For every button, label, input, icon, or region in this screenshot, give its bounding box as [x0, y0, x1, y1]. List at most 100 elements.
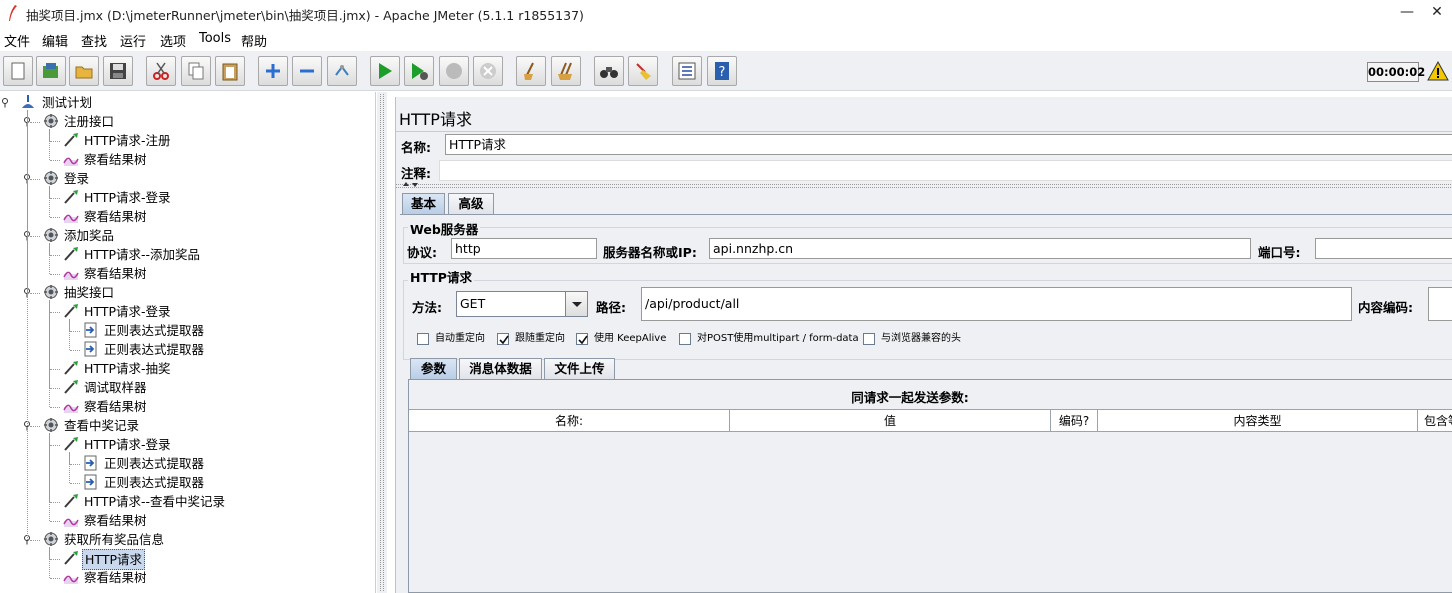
tree-node-label: 测试计划: [42, 95, 93, 110]
function-helper-button[interactable]: [672, 56, 702, 86]
port-input[interactable]: [1315, 238, 1452, 259]
comment-input[interactable]: [439, 160, 1452, 181]
tree-node-sampler[interactable]: HTTP请求--查看中奖记录: [62, 492, 340, 511]
checkbox-box[interactable]: [417, 333, 429, 345]
pane-splitter[interactable]: [377, 92, 387, 593]
save-button[interactable]: [103, 56, 133, 86]
tree-node-sampler[interactable]: HTTP请求-注册: [62, 131, 340, 150]
tree-node-listener[interactable]: 察看结果树: [62, 397, 340, 416]
tree-node-thread[interactable]: 查看中奖记录: [42, 416, 340, 435]
menu-tools[interactable]: Tools: [199, 31, 231, 46]
tree-node-sampler[interactable]: HTTP请求-登录: [62, 435, 340, 454]
help-button[interactable]: ?: [707, 56, 737, 86]
tab-basic[interactable]: 基本: [402, 193, 445, 214]
checkbox-checked-icon[interactable]: [576, 333, 588, 345]
paste-button[interactable]: [215, 56, 245, 86]
tree-node-listener[interactable]: 察看结果树: [62, 264, 340, 283]
stop-button[interactable]: [439, 56, 469, 86]
server-label: 服务器名称或IP:: [603, 245, 697, 260]
tree-node-listener[interactable]: 察看结果树: [62, 150, 340, 169]
menu-edit[interactable]: 编辑: [42, 31, 68, 50]
tree-node-extractor[interactable]: 正则表达式提取器: [82, 454, 340, 473]
column-include-equals[interactable]: 包含等于?: [1418, 410, 1452, 432]
copy-button[interactable]: [181, 56, 211, 86]
tree-node-label: 正则表达式提取器: [104, 342, 205, 357]
encoding-input[interactable]: [1428, 287, 1452, 321]
method-label: 方法:: [412, 300, 442, 315]
menu-run[interactable]: 运行: [120, 31, 146, 50]
tab-files-upload[interactable]: 文件上传: [544, 358, 615, 379]
menu-file[interactable]: 文件: [4, 31, 30, 50]
name-input[interactable]: HTTP请求: [445, 134, 1452, 155]
tree-node-thread[interactable]: 抽奖接口: [42, 283, 340, 302]
protocol-input[interactable]: http: [451, 238, 597, 259]
menu-options[interactable]: 选项: [160, 31, 186, 50]
toggle-icon: [335, 65, 349, 76]
expand-button[interactable]: [258, 56, 288, 86]
menu-help[interactable]: 帮助: [241, 31, 267, 50]
new-button[interactable]: [3, 56, 33, 86]
chevron-down-icon[interactable]: [565, 292, 587, 316]
column-encode[interactable]: 编码?: [1051, 410, 1098, 432]
tree-node-extractor[interactable]: 正则表达式提取器: [82, 473, 340, 492]
checkbox-checked-icon[interactable]: [497, 333, 509, 345]
tree-node-label: HTTP请求: [82, 549, 145, 570]
params-table-body[interactable]: [409, 432, 1452, 592]
tree-node-extractor[interactable]: 正则表达式提取器: [82, 340, 340, 359]
tree-node-thread[interactable]: 添加奖品: [42, 226, 340, 245]
tree-node-label: 察看结果树: [84, 209, 147, 224]
column-value[interactable]: 值: [730, 410, 1051, 432]
cut-button[interactable]: [146, 56, 176, 86]
close-button[interactable]: ✕: [1422, 0, 1452, 26]
tree-node-thread[interactable]: 获取所有奖品信息: [42, 530, 340, 549]
tree-node-listener[interactable]: 察看结果树: [62, 207, 340, 226]
tree-node-sampler[interactable]: 调试取样器: [62, 378, 340, 397]
tree-node-listener[interactable]: 察看结果树: [62, 511, 340, 530]
start-button[interactable]: [370, 56, 400, 86]
path-input[interactable]: /api/product/all: [641, 287, 1352, 321]
tree-node-sampler[interactable]: HTTP请求--添加奖品: [62, 245, 340, 264]
menu-search[interactable]: 查找: [81, 31, 107, 50]
tab-parameters[interactable]: 参数: [410, 358, 457, 379]
tree-node-extractor[interactable]: 正则表达式提取器: [82, 321, 340, 340]
tree-node-listener[interactable]: 察看结果树: [62, 568, 340, 587]
tab-body-data[interactable]: 消息体数据: [459, 358, 542, 379]
search-button[interactable]: [594, 56, 624, 86]
start-no-pause-button[interactable]: [404, 56, 434, 86]
checkbox-box[interactable]: [863, 333, 875, 345]
warning-icon[interactable]: [1427, 60, 1449, 82]
reset-search-button[interactable]: [628, 56, 658, 86]
column-name[interactable]: 名称:: [409, 410, 730, 432]
tree-node-sampler[interactable]: HTTP请求-登录: [62, 302, 340, 321]
tree-node-plan[interactable]: 测试计划: [20, 93, 340, 112]
column-content-type[interactable]: 内容类型: [1098, 410, 1418, 432]
tree-node-label: HTTP请求-抽奖: [84, 361, 171, 376]
tree-node-label: 查看中奖记录: [64, 418, 140, 433]
minimize-button[interactable]: —: [1392, 0, 1422, 26]
save-icon: [110, 63, 126, 79]
tab-advanced[interactable]: 高级: [448, 193, 494, 214]
collapse-button[interactable]: [292, 56, 322, 86]
follow-redirect-label: 跟随重定向: [515, 333, 565, 344]
params-title: 同请求一起发送参数:: [851, 390, 969, 405]
copy-icon: [188, 62, 204, 80]
server-input[interactable]: api.nnzhp.cn: [709, 238, 1251, 259]
tree-node-thread[interactable]: 登录: [42, 169, 340, 188]
tree-node-sampler[interactable]: HTTP请求: [62, 549, 340, 570]
checkbox-box[interactable]: [679, 333, 691, 345]
open-button[interactable]: [69, 56, 99, 86]
toggle-button[interactable]: [327, 56, 357, 86]
shutdown-button[interactable]: [473, 56, 503, 86]
method-select[interactable]: GET: [456, 291, 588, 317]
menu-bar: 文件 编辑 查找 运行 选项 Tools 帮助: [0, 28, 1452, 50]
expand-toggle-icon[interactable]: [2, 98, 12, 108]
templates-button[interactable]: [36, 56, 66, 86]
tree-node-sampler[interactable]: HTTP请求-抽奖: [62, 359, 340, 378]
tree-node-thread[interactable]: 注册接口: [42, 112, 340, 131]
collapse-arrows-icon[interactable]: [402, 181, 420, 189]
tree-node-sampler[interactable]: HTTP请求-登录: [62, 188, 340, 207]
thread-group-icon: [42, 170, 60, 191]
clear-all-button[interactable]: [551, 56, 581, 86]
params-table-header: 名称: 值 编码? 内容类型 包含等于?: [409, 409, 1452, 432]
clear-button[interactable]: [516, 56, 546, 86]
